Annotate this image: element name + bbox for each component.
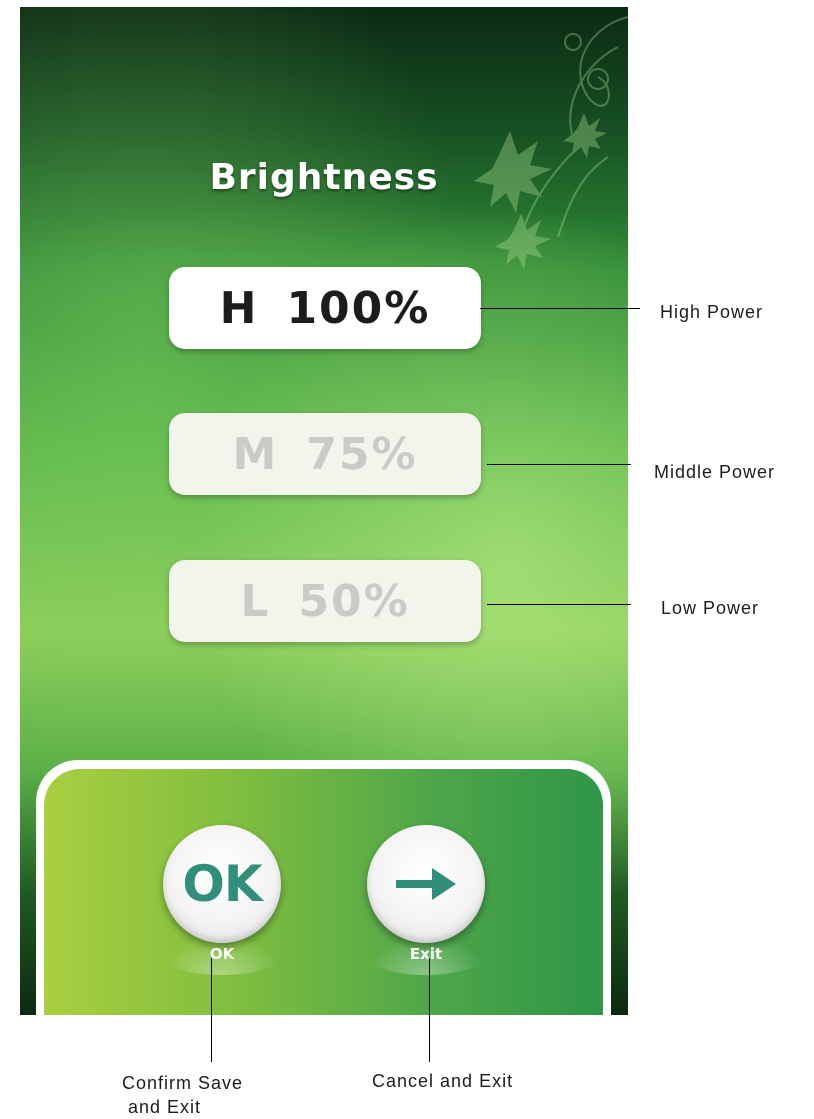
level-letter: L: [240, 575, 271, 627]
level-value: 75%: [306, 428, 418, 480]
exit-button-label: Exit: [409, 945, 443, 963]
level-value: 100%: [286, 282, 431, 334]
level-value: 50%: [298, 575, 410, 627]
callout-confirm-save: Confirm Save and Exit: [122, 1071, 243, 1119]
ok-button-label: OK: [209, 945, 235, 963]
callout-line-high: [480, 308, 640, 309]
level-letter: H: [219, 282, 259, 334]
callout-high-power: High Power: [660, 302, 764, 322]
ok-icon: OK: [182, 855, 262, 913]
ok-button[interactable]: OK: [163, 825, 281, 943]
level-letter: M: [232, 428, 279, 480]
brightness-option-low[interactable]: L 50%: [169, 560, 481, 642]
brightness-option-middle[interactable]: M 75%: [169, 413, 481, 495]
bottom-button-panel: [36, 760, 611, 1015]
floral-decoration: [474, 16, 628, 269]
brightness-option-high[interactable]: H 100%: [169, 267, 481, 349]
callout-line-exit: [429, 958, 430, 1062]
exit-button[interactable]: [367, 825, 485, 943]
callout-middle-power: Middle Power: [654, 462, 776, 482]
callout-confirm-line1: Confirm Save: [122, 1073, 244, 1093]
panel-background: [44, 769, 603, 1015]
screen-title: Brightness: [209, 157, 439, 198]
callout-line-ok: [211, 958, 212, 1062]
callout-low-power: Low Power: [661, 598, 760, 618]
callout-cancel-exit: Cancel and Exit: [372, 1071, 514, 1091]
callout-line-low: [487, 604, 631, 605]
brightness-screen: Brightness H 100% M 75% L 50% OK OK Exit: [20, 7, 628, 1015]
callout-line-middle: [487, 464, 631, 465]
callout-confirm-line2: and Exit: [128, 1097, 202, 1117]
arrow-right-icon: [396, 868, 456, 900]
